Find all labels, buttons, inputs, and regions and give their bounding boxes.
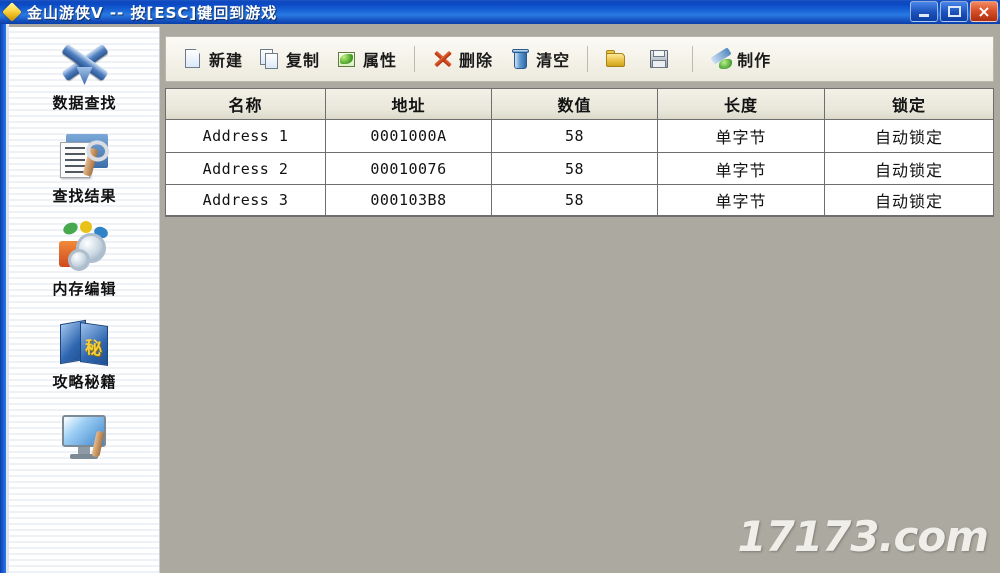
crossed-tools-icon <box>54 33 116 91</box>
table-header-row: 名称 地址 数值 长度 锁定 <box>166 89 993 120</box>
sidebar-item-memory-edit[interactable]: 内存编辑 <box>9 213 159 306</box>
books-secret-icon: 秘 <box>54 312 116 370</box>
cell-lock: 自动锁定 <box>825 184 993 216</box>
delete-button-label: 删除 <box>459 51 494 70</box>
toolbar-separator <box>587 46 589 72</box>
minimize-icon <box>919 14 929 17</box>
application-window: 金山游侠V -- 按[ESC]键回到游戏 × 数据查找 查找结果 内存编辑 秘 … <box>0 0 1000 573</box>
copy-button-label: 复制 <box>286 51 321 70</box>
make-button-label: 制作 <box>737 51 772 70</box>
sidebar-item-label: 查找结果 <box>52 187 117 205</box>
cell-length: 单字节 <box>658 152 825 184</box>
minimize-button[interactable] <box>910 1 938 22</box>
delete-x-icon <box>432 48 454 70</box>
sidebar-nav: 数据查找 查找结果 内存编辑 秘 攻略秘籍 <box>9 27 160 573</box>
new-button[interactable]: 新建 <box>174 40 251 78</box>
restore-icon <box>947 6 961 17</box>
properties-button[interactable]: 属性 <box>328 40 405 78</box>
make-button[interactable]: 制作 <box>702 40 779 78</box>
window-controls: × <box>910 1 998 22</box>
table-row[interactable]: Address 3 000103B8 58 单字节 自动锁定 <box>166 184 993 216</box>
column-header-value[interactable]: 数值 <box>492 89 658 120</box>
make-brush-icon <box>710 47 733 70</box>
cell-address: 0001000A <box>326 120 492 152</box>
copy-button[interactable]: 复制 <box>251 40 328 78</box>
sidebar-item-search-results[interactable]: 查找结果 <box>9 120 159 213</box>
clear-button[interactable]: 清空 <box>501 40 578 78</box>
title-bar: 金山游侠V -- 按[ESC]键回到游戏 × <box>0 0 1000 24</box>
open-folder-icon <box>605 48 627 70</box>
table-row[interactable]: Address 1 0001000A 58 单字节 自动锁定 <box>166 120 993 152</box>
cell-length: 单字节 <box>658 120 825 152</box>
sidebar-item-label: 内存编辑 <box>52 280 117 298</box>
sidebar-item-label: 攻略秘籍 <box>52 373 117 391</box>
monitor-wrench-icon <box>54 405 116 463</box>
new-button-label: 新建 <box>209 51 244 70</box>
save-floppy-icon <box>648 48 670 70</box>
save-button[interactable] <box>640 40 683 78</box>
sidebar-item-label: 数据查找 <box>52 94 117 112</box>
cell-length: 单字节 <box>658 184 825 216</box>
main-content: 新建 复制 属性 删除 清空 制作 名称 地址 数值 长度 锁定 Address… <box>161 24 1000 573</box>
column-header-name[interactable]: 名称 <box>166 89 326 120</box>
gears-blocks-icon <box>54 219 116 277</box>
window-title: 金山游侠V -- 按[ESC]键回到游戏 <box>27 3 278 22</box>
properties-leaf-icon <box>336 48 358 70</box>
cell-name: Address 2 <box>166 152 326 184</box>
column-header-lock[interactable]: 锁定 <box>825 89 993 120</box>
site-watermark: 17173.com <box>737 512 989 561</box>
cell-value: 58 <box>492 120 658 152</box>
toolbar: 新建 复制 属性 删除 清空 制作 <box>165 36 994 82</box>
delete-button[interactable]: 删除 <box>424 40 501 78</box>
sidebar-item-data-search[interactable]: 数据查找 <box>9 27 159 120</box>
properties-button-label: 属性 <box>363 51 398 70</box>
new-page-icon <box>182 48 204 70</box>
cell-name: Address 3 <box>166 184 326 216</box>
maximize-button[interactable] <box>940 1 968 22</box>
cell-address: 000103B8 <box>326 184 492 216</box>
trash-can-icon <box>509 48 531 70</box>
cell-lock: 自动锁定 <box>825 152 993 184</box>
app-logo-icon <box>2 1 22 22</box>
address-table: 名称 地址 数值 长度 锁定 Address 1 0001000A 58 单字节… <box>165 88 994 217</box>
document-wrench-icon <box>54 126 116 184</box>
cell-value: 58 <box>492 184 658 216</box>
toolbar-separator <box>414 46 416 72</box>
cell-name: Address 1 <box>166 120 326 152</box>
sidebar-item-cheats[interactable]: 秘 攻略秘籍 <box>9 306 159 399</box>
sidebar-item-extra[interactable] <box>9 399 159 492</box>
close-icon: × <box>977 1 991 21</box>
clear-button-label: 清空 <box>536 51 571 70</box>
close-button[interactable]: × <box>970 1 998 22</box>
column-header-address[interactable]: 地址 <box>326 89 492 120</box>
cell-value: 58 <box>492 152 658 184</box>
table-row[interactable]: Address 2 00010076 58 单字节 自动锁定 <box>166 152 993 184</box>
copy-pages-icon <box>259 48 281 70</box>
cell-lock: 自动锁定 <box>825 120 993 152</box>
column-header-length[interactable]: 长度 <box>658 89 825 120</box>
toolbar-separator <box>692 46 694 72</box>
open-button[interactable] <box>597 40 640 78</box>
cell-address: 00010076 <box>326 152 492 184</box>
